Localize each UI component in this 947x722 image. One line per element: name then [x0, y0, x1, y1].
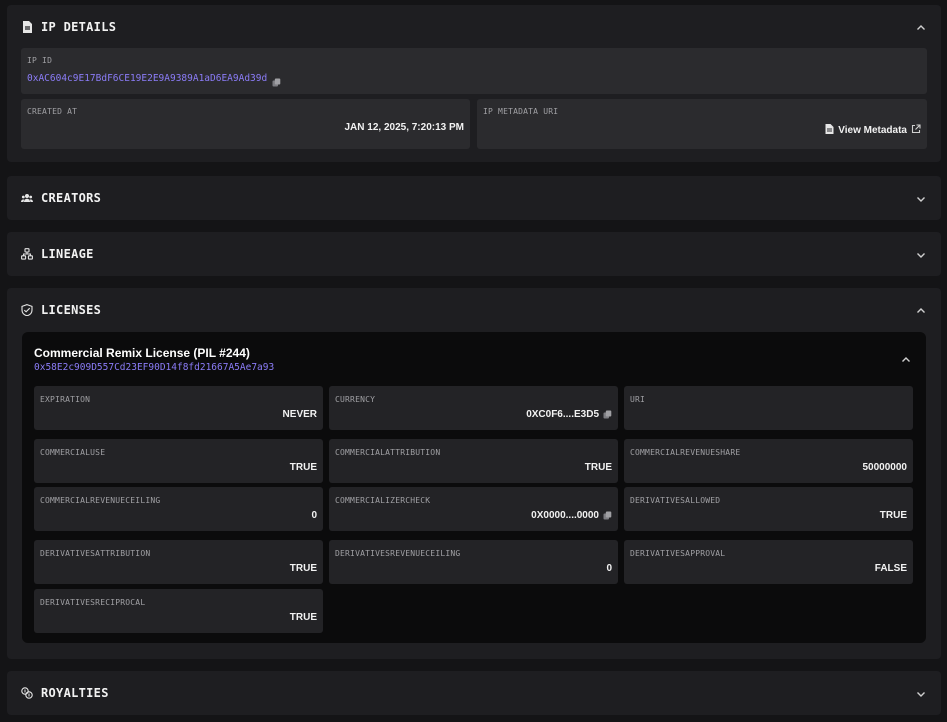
license-term-value: 0X0000....0000 [531, 510, 599, 521]
license-address[interactable]: 0x58E2c909D557Cd23EF90D14f8fd21667A5Ae7a… [34, 362, 274, 373]
license-term-value-wrap: 50000000 [863, 462, 908, 473]
license-term-commercialrevenueshare: COMMERCIALREVENUESHARE 50000000 [624, 439, 913, 483]
license-term-value-wrap: FALSE [875, 563, 907, 574]
license-term-value: TRUE [289, 563, 317, 574]
license-title: Commercial Remix License (PIL #244) [34, 346, 250, 360]
license-term-derivativesrevenueceiling: DERIVATIVESREVENUECEILING 0 [329, 540, 618, 584]
shield-handshake-icon [21, 304, 33, 316]
license-term-derivativesreciprocal: DERIVATIVESRECIPROCAL TRUE [34, 589, 323, 633]
royalties-header[interactable]: ROYALTIES [7, 671, 941, 715]
license-term-value-wrap: TRUE [290, 612, 317, 623]
license-term-derivativesattribution: DERIVATIVESATTRIBUTION TRUE [34, 540, 323, 584]
license-term-value: NEVER [282, 409, 317, 420]
license-term-currency: CURRENCY 0XC0F6....E3D5 [329, 386, 618, 430]
licenses-panel: LICENSES Commercial Remix License (PIL #… [7, 288, 941, 659]
ip-details-title: IP DETAILS [41, 20, 117, 34]
license-term-value: TRUE [879, 510, 907, 521]
users-icon [21, 192, 33, 204]
license-term-label: COMMERCIALIZERCHECK [335, 496, 431, 505]
license-term-value-wrap: 0 [606, 563, 612, 574]
license-card: Commercial Remix License (PIL #244) 0x58… [22, 332, 926, 643]
created-at-value: JAN 12, 2025, 7:20:13 PM [344, 122, 464, 133]
license-term-value-wrap: 0X0000....0000 [531, 510, 612, 521]
license-term-value-wrap: 0 [311, 510, 317, 521]
license-term-label: URI [630, 395, 646, 404]
license-term-value: 0 [606, 563, 612, 574]
lineage-header[interactable]: LINEAGE [7, 232, 941, 276]
ip-id-field: IP ID 0xAC604c9E17BdF6CE19E2E9A9389A1aD6… [21, 48, 927, 94]
license-term-value: FALSE [874, 563, 907, 574]
license-term-value: 0XC0F6....E3D5 [526, 409, 599, 420]
chevron-up-icon[interactable] [900, 353, 912, 365]
created-at-label: CREATED AT [27, 107, 78, 116]
license-term-label: COMMERCIALREVENUESHARE [630, 448, 741, 457]
copy-icon[interactable] [272, 74, 281, 87]
license-term-label: CURRENCY [335, 395, 376, 404]
licenses-title: LICENSES [41, 303, 102, 317]
license-term-label: DERIVATIVESALLOWED [630, 496, 721, 505]
lineage-panel: LINEAGE [7, 232, 941, 276]
royalties-title: ROYALTIES [41, 686, 109, 700]
ip-id-label: IP ID [27, 56, 53, 65]
license-term-label: COMMERCIALATTRIBUTION [335, 448, 441, 457]
license-term-value: 50000000 [862, 462, 908, 473]
license-term-label: DERIVATIVESAPPROVAL [630, 549, 726, 558]
creators-title: CREATORS [41, 191, 102, 205]
license-term-value-wrap: TRUE [290, 462, 317, 473]
license-term-label: EXPIRATION [40, 395, 91, 404]
license-term-commercializercheck: COMMERCIALIZERCHECK 0X0000....0000 [329, 487, 618, 531]
license-term-value: TRUE [289, 612, 317, 623]
ip-id-value[interactable]: 0xAC604c9E17BdF6CE19E2E9A9389A1aD6EA9Ad3… [27, 73, 267, 84]
view-metadata-label: View Metadata [838, 125, 907, 136]
coins-icon [21, 687, 33, 699]
license-term-value: TRUE [584, 462, 612, 473]
creators-header[interactable]: CREATORS [7, 176, 941, 220]
license-term-label: DERIVATIVESREVENUECEILING [335, 549, 461, 558]
chevron-up-icon[interactable] [915, 304, 927, 316]
license-term-value-wrap: NEVER [283, 409, 317, 420]
royalties-panel: ROYALTIES [7, 671, 941, 715]
license-term-commercialrevenueceiling: COMMERCIALREVENUECEILING 0 [34, 487, 323, 531]
chevron-down-icon[interactable] [915, 248, 927, 260]
license-term-label: DERIVATIVESATTRIBUTION [40, 549, 151, 558]
copy-icon[interactable] [603, 511, 612, 520]
created-at-field: CREATED AT JAN 12, 2025, 7:20:13 PM [21, 99, 470, 149]
chevron-down-icon[interactable] [915, 687, 927, 699]
license-term-commercialattribution: COMMERCIALATTRIBUTION TRUE [329, 439, 618, 483]
document-icon [21, 21, 33, 33]
external-link-icon [911, 124, 921, 137]
license-term-label: DERIVATIVESRECIPROCAL [40, 598, 146, 607]
creators-panel: CREATORS [7, 176, 941, 220]
license-term-expiration: EXPIRATION NEVER [34, 386, 323, 430]
license-term-value-wrap: 0XC0F6....E3D5 [526, 409, 612, 420]
document-icon [825, 124, 834, 137]
license-term-derivativesallowed: DERIVATIVESALLOWED TRUE [624, 487, 913, 531]
license-term-derivativesapproval: DERIVATIVESAPPROVAL FALSE [624, 540, 913, 584]
view-metadata-link[interactable]: View Metadata [825, 124, 921, 137]
copy-icon[interactable] [603, 410, 612, 419]
chevron-down-icon[interactable] [915, 192, 927, 204]
licenses-header[interactable]: LICENSES [7, 288, 941, 332]
license-term-uri: URI [624, 386, 913, 430]
license-term-value-wrap: TRUE [585, 462, 612, 473]
ip-details-header[interactable]: IP DETAILS [7, 5, 941, 49]
license-term-value-wrap: TRUE [290, 563, 317, 574]
metadata-uri-field: IP METADATA URI View Metadata [477, 99, 927, 149]
chevron-up-icon[interactable] [915, 21, 927, 33]
metadata-uri-label: IP METADATA URI [483, 107, 559, 116]
license-term-value: 0 [311, 510, 317, 521]
license-term-value-wrap: TRUE [880, 510, 907, 521]
tree-icon [21, 248, 33, 260]
ip-details-panel: IP DETAILS IP ID 0xAC604c9E17BdF6CE19E2E… [7, 5, 941, 162]
license-term-label: COMMERCIALUSE [40, 448, 106, 457]
license-term-value: TRUE [289, 462, 317, 473]
license-term-commercialuse: COMMERCIALUSE TRUE [34, 439, 323, 483]
license-term-label: COMMERCIALREVENUECEILING [40, 496, 161, 505]
lineage-title: LINEAGE [41, 247, 94, 261]
